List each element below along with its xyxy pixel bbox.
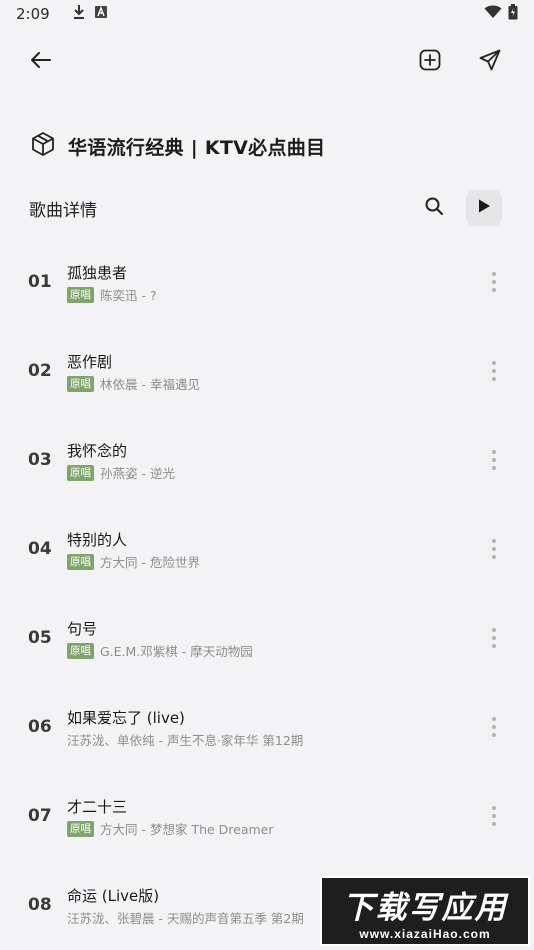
- song-row[interactable]: 01 孤独患者 原唱 陈奕迅 - ?: [0, 238, 534, 327]
- song-row[interactable]: 04 特别的人 原唱 方大同 - 危险世界: [0, 505, 534, 594]
- song-row[interactable]: 06 如果爱忘了 (live) 汪苏泷、单依纯 - 声生不息·家年华 第12期: [0, 683, 534, 772]
- more-options-button[interactable]: [480, 620, 508, 656]
- back-button[interactable]: [21, 42, 61, 82]
- original-tag: 原唱: [67, 464, 94, 481]
- song-index: 03: [28, 450, 52, 470]
- song-artist-album: 孙燕姿 - 逆光: [100, 466, 175, 481]
- more-vertical-icon: [492, 717, 496, 737]
- song-row[interactable]: 07 才二十三 原唱 方大同 - 梦想家 The Dreamer: [0, 772, 534, 861]
- song-meta: 原唱 方大同 - 危险世界: [67, 552, 200, 571]
- download-icon: [72, 4, 86, 24]
- add-to-playlist-button[interactable]: [410, 42, 450, 82]
- song-index: 07: [28, 806, 52, 826]
- song-title: 特别的人: [67, 531, 128, 549]
- original-tag: 原唱: [67, 820, 94, 837]
- song-details-header: 歌曲详情: [0, 188, 534, 228]
- plus-square-icon: [418, 48, 442, 76]
- song-meta: 原唱 林依晨 - 幸福遇见: [67, 374, 200, 393]
- song-title: 孤独患者: [67, 264, 128, 282]
- song-artist-album: 方大同 - 危险世界: [100, 555, 200, 570]
- section-title: 歌曲详情: [29, 201, 97, 221]
- song-index: 08: [28, 895, 52, 915]
- play-icon: [477, 198, 491, 218]
- song-meta: 原唱 陈奕迅 - ?: [67, 285, 157, 304]
- more-options-button[interactable]: [480, 264, 508, 300]
- more-options-button[interactable]: [480, 798, 508, 834]
- song-meta: 原唱 方大同 - 梦想家 The Dreamer: [67, 819, 274, 838]
- song-title: 如果爱忘了 (live): [67, 709, 185, 727]
- song-artist-album: 林依晨 - 幸福遇见: [100, 377, 200, 392]
- app-notification-icon: [94, 5, 108, 23]
- song-title: 我怀念的: [67, 442, 128, 460]
- wifi-icon: [484, 5, 502, 23]
- more-vertical-icon: [492, 272, 496, 292]
- cube-icon: [30, 131, 56, 161]
- song-list: 01 孤独患者 原唱 陈奕迅 - ? 02 恶作剧 原唱 林依晨 - 幸福遇见 …: [0, 238, 534, 950]
- song-index: 06: [28, 717, 52, 737]
- more-options-button[interactable]: [480, 442, 508, 478]
- song-artist-album: 汪苏泷、张碧晨 - 天赐的声音第五季 第2期: [67, 911, 304, 926]
- song-title: 才二十三: [67, 798, 128, 816]
- song-artist-album: G.E.M.邓紫棋 - 摩天动物园: [100, 644, 253, 659]
- send-icon: [478, 48, 502, 76]
- playlist-header: 华语流行经典 | KTV必点曲目: [30, 130, 325, 162]
- search-button[interactable]: [414, 188, 454, 228]
- arrow-left-icon: [29, 48, 53, 76]
- more-options-button[interactable]: [480, 709, 508, 745]
- more-vertical-icon: [492, 450, 496, 470]
- more-vertical-icon: [492, 539, 496, 559]
- playlist-title: 华语流行经典 | KTV必点曲目: [68, 136, 326, 159]
- original-tag: 原唱: [67, 642, 94, 659]
- top-toolbar: [0, 40, 534, 86]
- status-left: 2:09: [16, 4, 108, 24]
- song-meta: 原唱 G.E.M.邓紫棋 - 摩天动物园: [67, 641, 253, 660]
- watermark-logo-text: 下载写应用: [342, 889, 508, 926]
- song-artist-album: 方大同 - 梦想家 The Dreamer: [100, 822, 274, 837]
- original-tag: 原唱: [67, 286, 94, 303]
- more-options-button[interactable]: [480, 353, 508, 389]
- more-vertical-icon: [492, 628, 496, 648]
- battery-icon: [508, 4, 518, 24]
- song-artist-album: 陈奕迅 - ?: [100, 288, 157, 303]
- song-row[interactable]: 02 恶作剧 原唱 林依晨 - 幸福遇见: [0, 327, 534, 416]
- song-title: 命运 (Live版): [67, 887, 160, 905]
- play-all-button[interactable]: [466, 190, 502, 226]
- song-meta: 原唱 孙燕姿 - 逆光: [67, 463, 175, 482]
- watermark-url: www.xiazaiHao.com: [359, 926, 491, 941]
- song-index: 05: [28, 628, 52, 648]
- original-tag: 原唱: [67, 553, 94, 570]
- song-artist-album: 汪苏泷、单依纯 - 声生不息·家年华 第12期: [67, 733, 304, 748]
- song-index: 01: [28, 272, 52, 292]
- site-watermark: 下载写应用 www.xiazaiHao.com: [320, 876, 530, 946]
- status-right: [484, 4, 518, 24]
- original-tag: 原唱: [67, 375, 94, 392]
- song-row[interactable]: 05 句号 原唱 G.E.M.邓紫棋 - 摩天动物园: [0, 594, 534, 683]
- search-icon: [424, 196, 444, 220]
- song-meta: 汪苏泷、张碧晨 - 天赐的声音第五季 第2期: [67, 908, 304, 927]
- song-row[interactable]: 03 我怀念的 原唱 孙燕姿 - 逆光: [0, 416, 534, 505]
- song-title: 恶作剧: [67, 353, 113, 371]
- song-index: 04: [28, 539, 52, 559]
- status-time: 2:09: [16, 5, 50, 23]
- song-index: 02: [28, 361, 52, 381]
- more-options-button[interactable]: [480, 531, 508, 567]
- more-vertical-icon: [492, 361, 496, 381]
- song-meta: 汪苏泷、单依纯 - 声生不息·家年华 第12期: [67, 730, 303, 749]
- song-title: 句号: [67, 620, 98, 638]
- status-bar: 2:09: [0, 0, 534, 28]
- share-button[interactable]: [470, 42, 510, 82]
- more-vertical-icon: [492, 806, 496, 826]
